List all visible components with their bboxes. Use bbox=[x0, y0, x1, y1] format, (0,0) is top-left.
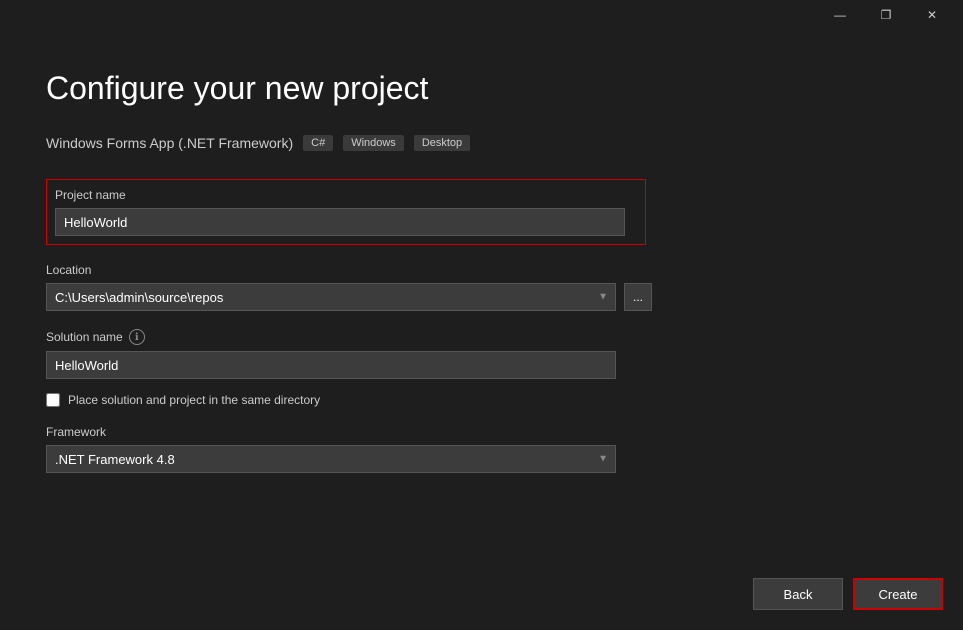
tag-csharp: C# bbox=[303, 135, 333, 151]
tag-windows: Windows bbox=[343, 135, 404, 151]
project-type-name: Windows Forms App (.NET Framework) bbox=[46, 135, 293, 151]
framework-select-wrapper: .NET Framework 4.8 .NET Framework 4.7.2 … bbox=[46, 445, 616, 473]
same-directory-row: Place solution and project in the same d… bbox=[46, 393, 917, 407]
close-button[interactable]: ✕ bbox=[909, 0, 955, 30]
same-directory-label: Place solution and project in the same d… bbox=[68, 393, 320, 407]
solution-name-info-icon[interactable]: ℹ bbox=[129, 329, 145, 345]
minimize-button[interactable]: — bbox=[817, 0, 863, 30]
framework-group: Framework .NET Framework 4.8 .NET Framew… bbox=[46, 425, 917, 473]
solution-name-label-row: Solution name ℹ bbox=[46, 329, 917, 345]
framework-select[interactable]: .NET Framework 4.8 .NET Framework 4.7.2 … bbox=[46, 445, 616, 473]
solution-name-group: Solution name ℹ bbox=[46, 329, 917, 379]
location-select[interactable]: C:\Users\admin\source\repos bbox=[46, 283, 616, 311]
browse-button[interactable]: ... bbox=[624, 283, 652, 311]
maximize-button[interactable]: ❐ bbox=[863, 0, 909, 30]
bottom-bar: Back Create bbox=[753, 578, 943, 610]
tag-desktop: Desktop bbox=[414, 135, 470, 151]
location-select-wrapper: C:\Users\admin\source\repos ▼ bbox=[46, 283, 616, 311]
page-title: Configure your new project bbox=[46, 70, 917, 107]
framework-label: Framework bbox=[46, 425, 917, 439]
project-name-input[interactable] bbox=[55, 208, 625, 236]
back-button[interactable]: Back bbox=[753, 578, 843, 610]
main-content: Configure your new project Windows Forms… bbox=[0, 30, 963, 531]
solution-name-input[interactable] bbox=[46, 351, 616, 379]
create-button[interactable]: Create bbox=[853, 578, 943, 610]
location-group: Location C:\Users\admin\source\repos ▼ .… bbox=[46, 263, 917, 311]
solution-name-label: Solution name bbox=[46, 330, 123, 344]
title-bar: — ❐ ✕ bbox=[0, 0, 963, 30]
project-type-row: Windows Forms App (.NET Framework) C# Wi… bbox=[46, 135, 917, 151]
project-name-label: Project name bbox=[55, 188, 637, 202]
same-directory-checkbox[interactable] bbox=[46, 393, 60, 407]
project-name-outline: Project name bbox=[46, 179, 646, 245]
location-row: C:\Users\admin\source\repos ▼ ... bbox=[46, 283, 917, 311]
project-name-group: Project name bbox=[46, 179, 917, 245]
location-label: Location bbox=[46, 263, 917, 277]
